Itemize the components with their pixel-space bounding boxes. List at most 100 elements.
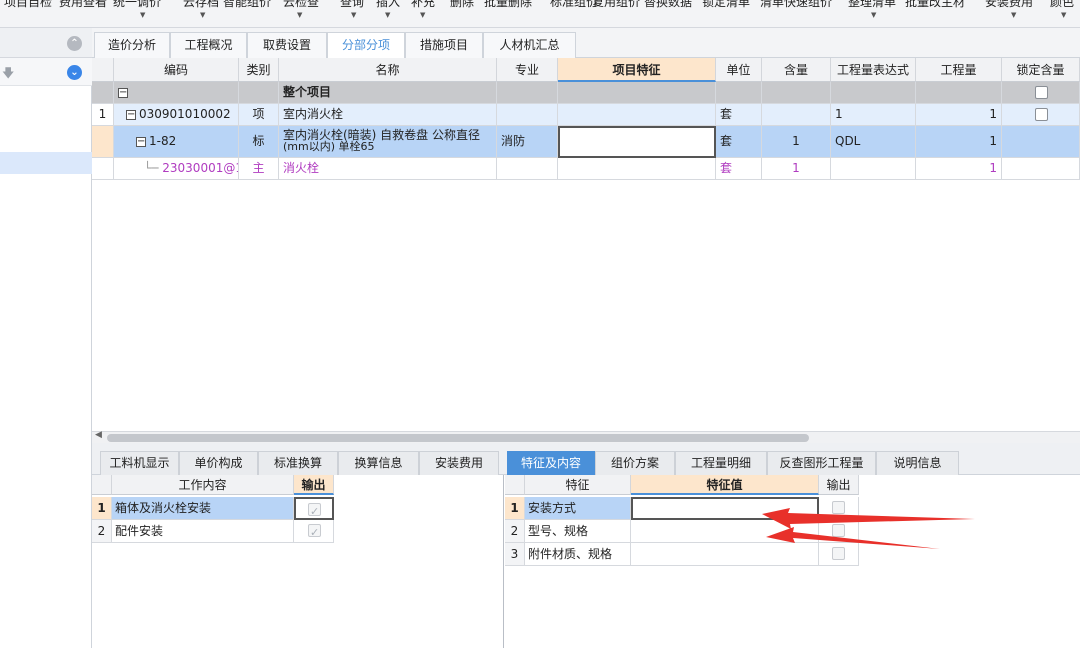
chevron-down-icon[interactable]: ▼ — [351, 11, 356, 19]
tab-qty-detail[interactable]: 工程量明细 — [675, 451, 767, 475]
grid-header-qty[interactable]: 工程量 — [916, 58, 1002, 82]
tb-std-price[interactable]: 标准组价 — [550, 0, 598, 10]
collapse-icon[interactable]: − — [118, 87, 128, 98]
tab-std-conversion[interactable]: 标准换算 — [258, 451, 338, 475]
tb-color[interactable]: 颜色 — [1050, 0, 1074, 10]
table-row-selected[interactable]: −1-82 标 室内消火栓(暗装) 自救卷盘 公称直径 (mm以内) 单栓65 … — [92, 126, 1080, 158]
grid-header-feature[interactable]: 项目特征 — [558, 58, 716, 82]
chevron-down-icon[interactable]: ▼ — [140, 11, 145, 19]
grid-header-content[interactable]: 含量 — [762, 58, 831, 82]
tab-sub-items[interactable]: 分部分项 — [327, 32, 405, 58]
tab-cost-analysis[interactable]: 造价分析 — [94, 32, 170, 58]
tb-smart-price[interactable]: 智能组价 — [223, 0, 271, 10]
tab-labor-material[interactable]: 人材机汇总 — [483, 32, 576, 58]
feature-name[interactable]: 附件材质、规格 — [525, 543, 631, 566]
tb-query[interactable]: 查询 — [340, 0, 364, 10]
feature-edit-cell[interactable] — [558, 126, 716, 158]
horizontal-scrollbar[interactable]: ◀ — [92, 430, 1080, 443]
table-row[interactable]: 1 −030901010002 项 室内消火栓 套 1 1 — [92, 104, 1080, 126]
double-up-arrow-icon[interactable]: ⌃ — [67, 36, 82, 51]
feature-name[interactable]: 安装方式 — [525, 497, 631, 520]
chevron-down-icon[interactable]: ▼ — [871, 11, 876, 19]
scroll-left-icon[interactable]: ◀ — [95, 430, 102, 440]
output-header[interactable]: 输出 — [819, 475, 859, 495]
tab-conversion-info[interactable]: 换算信息 — [338, 451, 419, 475]
table-row[interactable]: − 整个项目 — [92, 82, 1080, 104]
lock-content-checkbox[interactable] — [1035, 108, 1048, 121]
tb-cloud-check[interactable]: 云检查 — [283, 0, 319, 10]
row-expr[interactable]: 1 — [831, 104, 916, 126]
tb-fee-view[interactable]: 费用查看 — [59, 0, 107, 10]
grid-header-major[interactable]: 专业 — [497, 58, 558, 82]
row-feature[interactable] — [558, 104, 716, 126]
tab-pricing-plan[interactable]: 组价方案 — [595, 451, 675, 475]
work-content-header[interactable]: 工作内容 — [112, 475, 294, 495]
feature-value-header[interactable]: 特征值 — [631, 475, 819, 495]
sidebar-header: ⌃ — [0, 28, 92, 58]
tab-measures[interactable]: 措施项目 — [405, 32, 483, 58]
output-checkbox[interactable] — [832, 501, 845, 514]
lock-content-checkbox[interactable] — [1035, 86, 1048, 99]
feature-header[interactable]: 特征 — [525, 475, 631, 495]
tb-unified-adjust[interactable]: 统一调价 — [113, 0, 161, 10]
tab-project-overview[interactable]: 工程概况 — [170, 32, 247, 58]
tab-features-content[interactable]: 特征及内容 — [507, 451, 595, 475]
collapse-icon[interactable]: − — [126, 109, 136, 120]
tb-supplement[interactable]: 补充 — [411, 0, 435, 10]
row-major: 消防 — [497, 126, 558, 158]
chevron-down-icon[interactable]: ▼ — [200, 11, 205, 19]
scrollbar-thumb[interactable] — [107, 434, 809, 442]
output-checkbox[interactable] — [308, 522, 321, 542]
tb-delete[interactable]: 删除 — [450, 0, 474, 10]
tb-replace-data[interactable]: 替换数据 — [644, 0, 692, 10]
tab-install-fee[interactable]: 安装费用 — [419, 451, 499, 475]
download-circle-icon[interactable]: ⌄ — [67, 65, 82, 80]
grid-header-unit[interactable]: 单位 — [716, 58, 762, 82]
tab-labor-material-display[interactable]: 工料机显示 — [100, 451, 179, 475]
tb-tidy-list[interactable]: 整理清单 — [848, 0, 896, 10]
output-checkbox[interactable] — [308, 501, 321, 518]
row-content[interactable]: 1 — [762, 126, 831, 158]
chevron-down-icon[interactable]: ▼ — [1011, 11, 1016, 19]
feature-value-input[interactable] — [631, 520, 819, 543]
row-expr[interactable]: QDL — [831, 126, 916, 158]
row-content[interactable]: 1 — [762, 158, 831, 180]
grid-header-expr[interactable]: 工程量表达式 — [831, 58, 916, 82]
grid-header-name[interactable]: 名称 — [279, 58, 497, 82]
table-row[interactable]: └─ 23030001@1 主 消火栓 套 1 1 — [92, 158, 1080, 180]
tb-lock-list[interactable]: 锁定清单 — [702, 0, 750, 10]
tb-batch-material[interactable]: 批量改主材 — [905, 0, 965, 10]
chevron-down-icon[interactable]: ▼ — [385, 11, 390, 19]
chevron-down-icon[interactable]: ▼ — [297, 11, 302, 19]
tb-insert[interactable]: 插入 — [376, 0, 400, 10]
tab-unit-price[interactable]: 单价构成 — [179, 451, 258, 475]
feature-value-input[interactable] — [631, 497, 819, 520]
grid-header-lock[interactable]: 锁定含量 — [1002, 58, 1080, 82]
tb-quick-price[interactable]: 清单快速组价 — [760, 0, 832, 10]
row-qty: 1 — [916, 126, 1002, 158]
chevron-down-icon[interactable]: ▼ — [420, 11, 425, 19]
work-item-text[interactable]: 配件安装 — [112, 520, 294, 543]
tb-self-check[interactable]: 项目自检 — [4, 0, 52, 10]
work-item-text[interactable]: 箱体及消火栓安装 — [112, 497, 294, 520]
grid-header-type[interactable]: 类别 — [239, 58, 279, 82]
sidebar-selected-node[interactable] — [0, 152, 92, 174]
output-checkbox[interactable] — [832, 547, 845, 560]
row-number: 2 — [92, 520, 112, 543]
output-checkbox[interactable] — [832, 524, 845, 537]
chevron-down-icon[interactable]: ▼ — [1061, 11, 1066, 19]
tb-cloud-archive[interactable]: 云存档 — [183, 0, 219, 10]
output-header[interactable]: 输出 — [294, 475, 334, 495]
feature-value-input[interactable] — [631, 543, 819, 566]
tb-batch-delete[interactable]: 批量删除 — [484, 0, 532, 10]
grid-header-code[interactable]: 编码 — [114, 58, 239, 82]
tb-install-fee[interactable]: 安装费用 — [985, 0, 1033, 10]
tb-reuse-price[interactable]: 复用组价 — [592, 0, 640, 10]
collapse-icon[interactable]: − — [136, 136, 146, 147]
row-name: 整个项目 — [279, 82, 497, 104]
down-arrow-icon[interactable]: 🡇 — [2, 64, 14, 85]
tab-description[interactable]: 说明信息 — [876, 451, 959, 475]
tab-graphic-qty[interactable]: 反查图形工程量 — [767, 451, 876, 475]
feature-name[interactable]: 型号、规格 — [525, 520, 631, 543]
tab-fee-settings[interactable]: 取费设置 — [247, 32, 327, 58]
